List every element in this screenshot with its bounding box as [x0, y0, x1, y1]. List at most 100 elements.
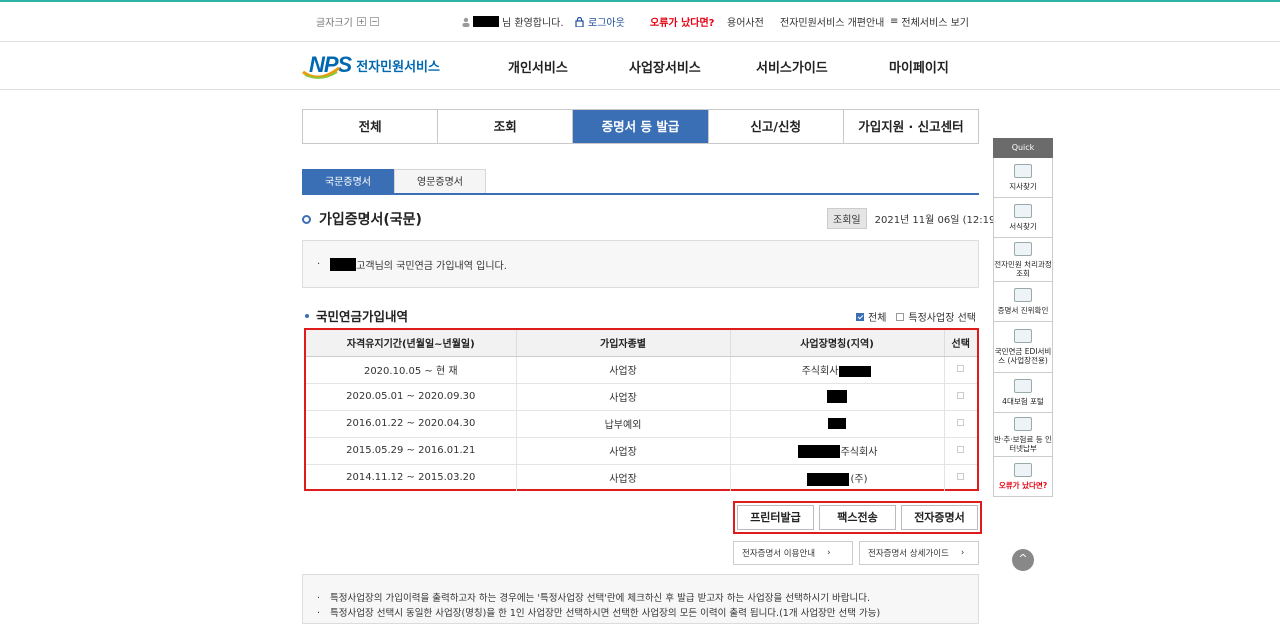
guide-buttons: 전자증명서 이용안내 › 전자증명서 상세가이드 ›: [733, 541, 979, 565]
chevron-right-icon: ›: [827, 548, 831, 558]
lock-icon: [575, 16, 584, 27]
note-item: · 특정사업장의 가입이력을 출력하고자 하는 경우에는 '특정사업장 선택'란에…: [317, 593, 870, 604]
table-row: 2015.05.29 ~ 2016.01.21 사업장 주식회사: [306, 437, 977, 465]
cell-period: 2014.11.12 ~ 2015.03.20: [306, 464, 517, 491]
quick-process-status[interactable]: 전자민원 처리과정 조회: [993, 238, 1053, 282]
logout-label: 로그아웃: [588, 18, 625, 29]
ecert-detail-guide-button[interactable]: 전자증명서 상세가이드 ›: [859, 541, 979, 565]
ecert-detail-guide-label: 전자증명서 상세가이드: [868, 549, 949, 559]
subtab-korean-certificate[interactable]: 국문증명서: [302, 169, 394, 193]
tab-support-center[interactable]: 가입지원 · 신고센터: [844, 110, 978, 143]
header-select: 선택: [944, 330, 977, 357]
quick-label: 서식찾기: [1009, 222, 1037, 231]
gnb-service-guide[interactable]: 서비스가이드: [756, 57, 828, 76]
selection-options: 전체 특정사업장 선택: [856, 309, 976, 324]
gnb-my-page[interactable]: 마이페이지: [889, 57, 949, 76]
font-increase-button[interactable]: +: [356, 17, 366, 26]
ecert-usage-guide-button[interactable]: 전자증명서 이용안내 ›: [733, 541, 853, 565]
row-select-checkbox[interactable]: [957, 473, 965, 481]
tab-certificate-issue[interactable]: 증명서 등 발급: [573, 110, 709, 143]
magnifier-icon: [1014, 204, 1032, 218]
sub-tabs: 국문증명서 영문증명서: [302, 169, 979, 195]
cell-type: 사업장: [516, 383, 731, 411]
workplace-prefix: 주식회사: [801, 366, 839, 377]
dictionary-link[interactable]: 용어사전: [727, 14, 764, 29]
scroll-top-button[interactable]: ^: [1012, 549, 1034, 571]
quick-insurance-portal[interactable]: 4대보험 포털: [993, 373, 1053, 413]
edi-icon: [1014, 329, 1032, 343]
row-select-checkbox[interactable]: [957, 419, 965, 426]
quick-branch-finder[interactable]: 지사찾기: [993, 158, 1053, 198]
quick-label: 전자민원 처리과정 조회: [994, 259, 1052, 278]
logo-service: 전자민원서비스: [356, 59, 440, 75]
row-select-checkbox[interactable]: [957, 365, 965, 372]
option-all-checkbox[interactable]: [856, 312, 864, 321]
payment-icon: [1014, 416, 1032, 431]
electronic-certificate-button[interactable]: 전자증명서: [901, 505, 978, 530]
enrollment-table-wrapper: 자격유지기간(년월일~년월일) 가입자종별 사업장명칭(지역) 선택 2020.…: [304, 328, 979, 491]
quick-form-finder[interactable]: 서식찾기: [993, 198, 1053, 238]
option-specific[interactable]: 특정사업장 선택: [896, 309, 976, 324]
redacted-workplace-name: [827, 390, 847, 403]
logout-link[interactable]: 로그아웃: [575, 14, 625, 29]
redacted-workplace-name: [839, 365, 872, 377]
quick-label: 오류가 났다면?: [998, 481, 1048, 490]
info-bullet: ·: [317, 258, 321, 270]
cell-type: 사업장: [516, 356, 731, 384]
quick-menu-header: Quick: [993, 138, 1053, 158]
main-tabs: 전체 조회 증명서 등 발급 신고/신청 가입지원 · 신고센터: [302, 109, 979, 144]
cell-type: 사업장: [516, 464, 731, 491]
welcome-text: 님 환영합니다.: [502, 18, 564, 29]
lookup-date-label: 조회일: [827, 208, 867, 229]
font-decrease-button[interactable]: −: [369, 17, 379, 26]
header-type: 가입자종별: [516, 330, 731, 357]
fax-send-button[interactable]: 팩스전송: [819, 505, 896, 530]
note-text: 특정사업장의 가입이력을 출력하고자 하는 경우에는 '특정사업장 선택'란에 …: [330, 593, 870, 604]
map-icon: [1014, 463, 1032, 477]
lookup-date: 조회일 2021년 11월 06일 (12:19): [827, 208, 999, 229]
site-guide-link[interactable]: 전자민원서비스 개편안내: [780, 14, 884, 29]
quick-label: 지사찾기: [1009, 182, 1037, 191]
subtab-english-certificate[interactable]: 영문증명서: [394, 169, 486, 193]
quick-error-report[interactable]: 오류가 났다면?: [993, 457, 1053, 497]
option-all[interactable]: 전체: [856, 309, 886, 324]
quick-label: 반·추·보험료 등 인터넷납부: [994, 434, 1052, 453]
table-row: 2020.05.01 ~ 2020.09.30 사업장: [306, 383, 977, 411]
gnb-business-service[interactable]: 사업장서비스: [629, 57, 701, 76]
map-icon: [1014, 164, 1032, 178]
quick-menu: Quick 지사찾기 서식찾기 전자민원 처리과정 조회 증명서 진위확인 국민…: [993, 138, 1053, 497]
quick-label: 4대보험 포털: [1002, 397, 1044, 406]
quick-label: 증명서 진위확인: [997, 306, 1049, 315]
row-select-checkbox[interactable]: [957, 446, 965, 453]
certificate-icon: [1014, 288, 1032, 302]
error-report-link[interactable]: 오류가 났다면?: [650, 14, 714, 29]
page-title: 가입증명서(국문): [302, 209, 422, 229]
option-specific-checkbox[interactable]: [896, 312, 905, 321]
cell-period: 2020.10.05 ~ 현 재: [306, 356, 517, 384]
global-navigation: NPS 전자민원서비스 개인서비스 사업장서비스 서비스가이드 마이페이지: [0, 43, 1280, 90]
tab-report-apply[interactable]: 신고/신청: [709, 110, 844, 143]
cell-select: [944, 410, 977, 438]
gnb-personal-service[interactable]: 개인서비스: [508, 57, 568, 76]
cell-workplace: [730, 383, 945, 411]
row-select-checkbox[interactable]: [957, 392, 965, 399]
workplace-suffix: (주): [850, 474, 868, 485]
tab-all[interactable]: 전체: [303, 110, 439, 143]
header-workplace: 사업장명칭(지역): [730, 330, 945, 357]
workplace-suffix: 주식회사: [840, 446, 878, 458]
lookup-date-value: 2021년 11월 06일 (12:19): [874, 215, 1000, 226]
cell-select: [944, 437, 977, 465]
quick-internet-payment[interactable]: 반·추·보험료 등 인터넷납부: [993, 413, 1053, 457]
printer-issue-button[interactable]: 프린터발급: [737, 505, 814, 530]
tab-lookup[interactable]: 조회: [438, 110, 574, 143]
quick-label: 국민연금 EDI서비스 (사업장전용): [994, 347, 1052, 365]
all-services-link[interactable]: ≡ 전체서비스 보기: [890, 14, 969, 29]
welcome-message: 님 환영합니다.: [462, 14, 564, 29]
quick-edi-service[interactable]: 국민연금 EDI서비스 (사업장전용): [993, 322, 1053, 373]
quick-certificate-verify[interactable]: 증명서 진위확인: [993, 282, 1053, 322]
all-services-label: 전체서비스 보기: [901, 18, 969, 29]
title-bullet-icon: [302, 214, 311, 224]
ecert-usage-guide-label: 전자증명서 이용안내: [742, 549, 816, 559]
font-size-control: 글자크기 + −: [316, 14, 379, 29]
site-logo[interactable]: NPS 전자민원서비스: [301, 52, 440, 79]
